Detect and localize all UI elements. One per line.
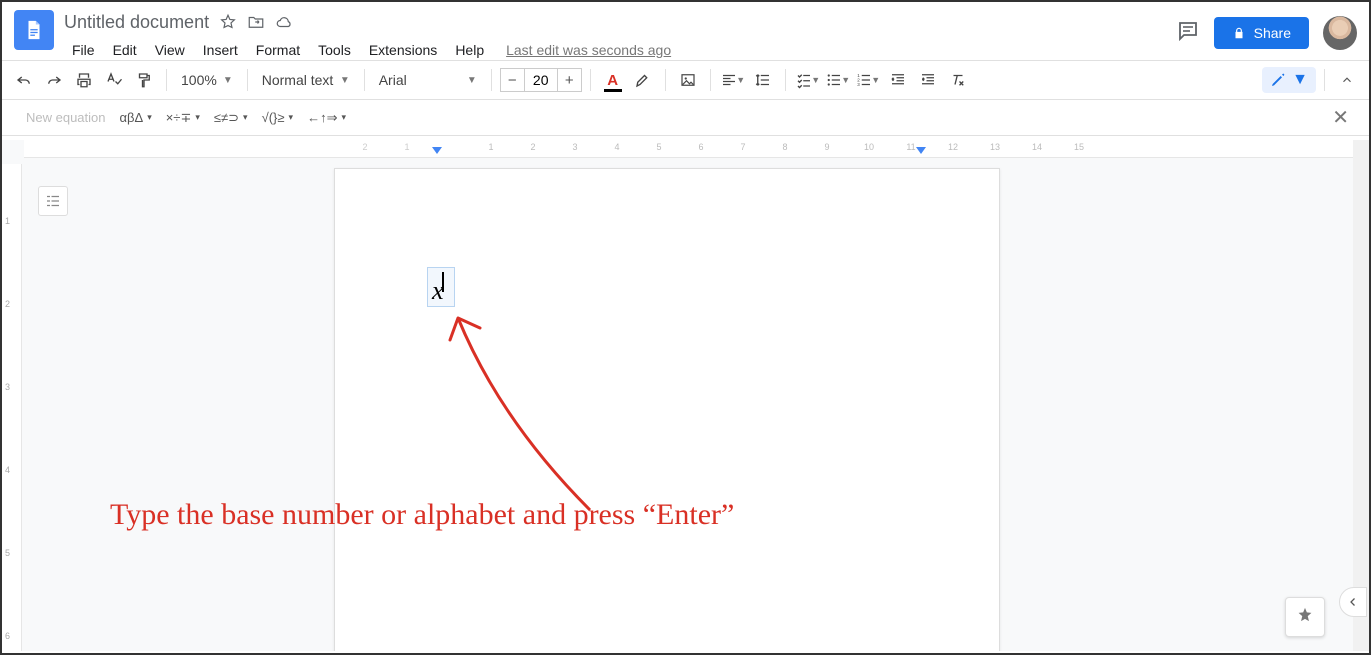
eq-menu-arrows[interactable]: ←↑⇒▾	[307, 110, 346, 126]
last-edit-link[interactable]: Last edit was seconds ago	[506, 42, 671, 58]
docs-logo[interactable]	[14, 10, 54, 50]
font-size-increase[interactable]: +	[558, 68, 582, 92]
numbered-list-button[interactable]: 123▼	[854, 66, 882, 94]
redo-button[interactable]	[40, 66, 68, 94]
chevron-left-icon	[1347, 596, 1359, 608]
eq-menu-relations[interactable]: ≤≠⊃▾	[214, 110, 248, 126]
document-page[interactable]: x	[334, 168, 1000, 651]
separator	[491, 69, 492, 91]
zoom-combo[interactable]: 100% ▼	[175, 72, 239, 88]
side-panel-toggle[interactable]	[1339, 587, 1367, 617]
separator	[665, 69, 666, 91]
explore-button[interactable]	[1285, 597, 1325, 637]
chevron-down-icon: ▼	[1292, 71, 1308, 89]
equation-input-box[interactable]: x	[427, 267, 455, 307]
editing-mode-button[interactable]: ▼	[1262, 67, 1316, 93]
docs-file-icon	[23, 16, 45, 44]
text-color-button[interactable]: A	[599, 66, 627, 94]
style-value: Normal text	[262, 72, 334, 88]
font-value: Arial	[379, 72, 407, 88]
eq-menu-operators[interactable]: ×÷∓▾	[166, 110, 200, 126]
separator	[590, 69, 591, 91]
menu-tools[interactable]: Tools	[310, 38, 359, 62]
side-scrollbar[interactable]	[1353, 140, 1369, 651]
left-indent-marker[interactable]	[432, 147, 442, 154]
document-outline-button[interactable]	[38, 186, 68, 216]
font-size-control: − 20 +	[500, 68, 582, 92]
document-canvas[interactable]: 21123456789101112131415 1 2 3 4 5 6 x Ty…	[2, 140, 1353, 651]
separator	[166, 69, 167, 91]
increase-indent-button[interactable]	[914, 66, 942, 94]
user-avatar[interactable]	[1323, 16, 1357, 50]
new-equation-button[interactable]: New equation	[26, 110, 106, 125]
text-cursor	[442, 272, 444, 292]
highlight-color-button[interactable]	[629, 66, 657, 94]
undo-button[interactable]	[10, 66, 38, 94]
lock-icon	[1232, 26, 1246, 40]
chevron-down-icon: ▼	[467, 75, 477, 86]
font-size-value[interactable]: 20	[524, 68, 558, 92]
menu-view[interactable]: View	[147, 38, 193, 62]
eq-menu-greek[interactable]: αβΔ▾	[120, 110, 152, 125]
comments-icon[interactable]	[1176, 19, 1200, 48]
align-button[interactable]: ▼	[719, 66, 747, 94]
menu-help[interactable]: Help	[447, 38, 492, 62]
right-indent-marker[interactable]	[916, 147, 926, 154]
separator	[247, 69, 248, 91]
clear-formatting-button[interactable]	[944, 66, 972, 94]
chevron-down-icon: ▼	[223, 75, 233, 86]
eq-menu-math[interactable]: √(}≥▾	[262, 110, 293, 125]
checklist-button[interactable]: ▼	[794, 66, 822, 94]
annotation-text: Type the base number or alphabet and pre…	[110, 498, 734, 532]
separator	[785, 69, 786, 91]
share-label: Share	[1254, 25, 1291, 41]
line-spacing-button[interactable]	[749, 66, 777, 94]
close-equation-toolbar[interactable]: ✕	[1326, 105, 1355, 130]
chevron-down-icon: ▼	[340, 75, 350, 86]
menu-bar: File Edit View Insert Format Tools Exten…	[64, 38, 1176, 62]
paragraph-style-combo[interactable]: Normal text ▼	[256, 72, 356, 88]
font-family-combo[interactable]: Arial ▼	[373, 72, 483, 88]
hruler-ticks: 21123456789101112131415	[344, 142, 1100, 152]
print-button[interactable]	[70, 66, 98, 94]
equation-toolbar: New equation αβΔ▾ ×÷∓▾ ≤≠⊃▾ √(}≥▾ ←↑⇒▾ ✕	[2, 100, 1369, 136]
move-icon[interactable]	[247, 13, 265, 31]
vertical-ruler[interactable]: 1 2 3 4 5 6	[2, 164, 22, 651]
bulleted-list-button[interactable]: ▼	[824, 66, 852, 94]
menu-edit[interactable]: Edit	[105, 38, 145, 62]
zoom-value: 100%	[181, 72, 217, 88]
menu-insert[interactable]: Insert	[195, 38, 246, 62]
title-right-cluster: Share	[1176, 10, 1357, 50]
spellcheck-button[interactable]	[100, 66, 128, 94]
explore-icon	[1294, 606, 1316, 628]
font-size-decrease[interactable]: −	[500, 68, 524, 92]
title-bar: Untitled document File Edit View Insert …	[2, 2, 1369, 60]
title-row: Untitled document	[64, 10, 1176, 34]
outline-icon	[44, 192, 62, 210]
cloud-status-icon[interactable]	[275, 13, 293, 31]
menu-extensions[interactable]: Extensions	[361, 38, 445, 62]
share-button[interactable]: Share	[1214, 17, 1309, 49]
svg-text:3: 3	[858, 82, 861, 87]
horizontal-ruler[interactable]: 21123456789101112131415	[24, 140, 1353, 158]
separator	[364, 69, 365, 91]
pencil-icon	[1270, 72, 1286, 88]
insert-image-button[interactable]	[674, 66, 702, 94]
menu-format[interactable]: Format	[248, 38, 308, 62]
star-icon[interactable]	[219, 13, 237, 31]
decrease-indent-button[interactable]	[884, 66, 912, 94]
menu-file[interactable]: File	[64, 38, 103, 62]
main-toolbar: 100% ▼ Normal text ▼ Arial ▼ − 20 + A ▼ ▼ ▼…	[2, 60, 1369, 100]
document-title[interactable]: Untitled document	[64, 12, 209, 33]
title-column: Untitled document File Edit View Insert …	[64, 10, 1176, 62]
paint-format-button[interactable]	[130, 66, 158, 94]
collapse-toolbar-button[interactable]	[1333, 66, 1361, 94]
separator	[1324, 69, 1325, 91]
separator	[710, 69, 711, 91]
